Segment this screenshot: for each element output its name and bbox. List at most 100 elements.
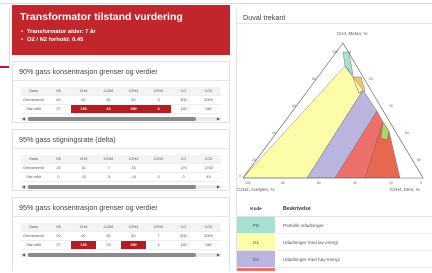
legend-description: Partielle utladninger	[283, 222, 324, 228]
assessment-header: Transformator tilstand vurdering Transfo…	[12, 5, 230, 55]
legend-description: Utladninger med høy energi	[283, 256, 340, 262]
table-row: Sist målt 37 130 24 200 4 150 280	[21, 240, 221, 250]
header-bullets: Transformator alder: 7 år O2 / N2 forhol…	[20, 28, 222, 44]
table-cell: 280	[196, 104, 221, 114]
table-cell: 200	[121, 104, 146, 114]
section-title: 95% gass stigningsrate (delta)	[13, 130, 229, 149]
table-header-row: Gass H2 CH4 C2H6 C2H4 C2H2 CO CO2	[21, 155, 221, 164]
tick-label: 60	[292, 104, 296, 108]
duval-triangle-chart: CH4, Metan, % C2H2, Acetylen, % C2H4, Et…	[237, 31, 424, 192]
column-header: H2	[46, 155, 71, 164]
gas-table: Gass H2 CH4 C2H6 C2H4 C2H2 CO CO2 Grenseverdi 90 6…	[21, 223, 221, 250]
table-row: Sist målt 0 -10 -3 -10 3 0 44	[21, 172, 221, 182]
table-cell: 150	[171, 104, 196, 114]
column-header: H2	[46, 223, 71, 232]
table-cell: 5000	[196, 231, 221, 241]
column-header: C2H6	[96, 155, 121, 164]
table-scrollbar[interactable]: ◀ ▶	[21, 184, 221, 189]
axis-label-top: CH4, Metan, %	[337, 31, 368, 36]
tick-label: 80	[312, 77, 316, 81]
table-cell: 1750	[196, 163, 221, 173]
column-header: Gass	[21, 223, 46, 232]
table-cell: 44	[196, 172, 221, 182]
section-title: 95% gass konsentrasjon grenser og verdie…	[13, 198, 229, 217]
table-cell: -10	[71, 172, 96, 182]
table-cell: 60	[46, 95, 71, 105]
column-header: CO	[171, 155, 196, 164]
column-header: Gass	[21, 155, 46, 164]
table-cell: 25	[46, 163, 71, 173]
table-cell: 4	[146, 240, 171, 250]
table-cell: 24	[96, 104, 121, 114]
section-concentration-95: 95% gass konsentrasjon grenser og verdie…	[12, 197, 230, 271]
table-cell: 200	[121, 240, 146, 250]
left-panel: Transformator tilstand vurdering Transfo…	[12, 5, 230, 271]
table-cell: 5000	[196, 95, 221, 105]
legend-row: T3	[237, 268, 432, 271]
table-cell: 40	[71, 95, 96, 105]
scrollbar-thumb[interactable]	[28, 184, 196, 189]
legend-code: D2	[237, 251, 275, 267]
table-cell: 400	[171, 95, 196, 105]
legend-rows: PD Partielle utladninger D1 Utladninger med…	[237, 217, 432, 271]
scrollbar-thumb[interactable]	[28, 252, 196, 257]
column-header: C2H6	[96, 223, 121, 232]
row-label: Sist målt	[21, 172, 46, 182]
tick-label: 60	[317, 181, 321, 185]
table-cell: 37	[46, 104, 71, 114]
legend-header-code: Kode	[250, 206, 262, 211]
page-title: Transformator tilstand vurdering	[20, 11, 183, 23]
scroll-right-icon[interactable]: ▶	[217, 116, 220, 121]
table-cell	[146, 163, 171, 173]
duval-legend: Kode Beskrivelse PD Partielle utladninger…	[237, 201, 432, 271]
section-concentration-90: 90% gass konsentrasjon grenser og verdie…	[12, 61, 230, 123]
table-cell: 16	[71, 163, 96, 173]
column-header: Gass	[21, 87, 46, 96]
table-cell: 3	[146, 172, 171, 182]
table-row: Sist målt 37 130 24 200 4 150 280	[21, 104, 221, 114]
table-cell: 7	[146, 231, 171, 241]
column-header: C2H4	[121, 223, 146, 232]
scrollbar-thumb[interactable]	[28, 116, 196, 121]
gas-table: Gass H2 CH4 C2H6 C2H4 C2H2 CO CO2 Grenseverdi 25 1…	[21, 155, 221, 182]
scroll-left-icon[interactable]: ◀	[22, 116, 25, 121]
table-cell: 280	[196, 240, 221, 250]
tick-label: 40	[272, 131, 276, 135]
table-scrollbar[interactable]: ◀ ▶	[21, 252, 221, 257]
table-cell: 50	[96, 95, 121, 105]
scroll-right-icon[interactable]: ▶	[217, 184, 220, 189]
gas-table: Gass H2 CH4 C2H6 C2H4 C2H2 CO CO2 Grenseverdi 60 4…	[21, 87, 221, 114]
legend-header: Kode Beskrivelse	[237, 201, 432, 217]
legend-code: D1	[237, 234, 275, 250]
legend-row: D1 Utladninger med lav energi	[237, 234, 432, 251]
table-scrollbar[interactable]: ◀ ▶	[21, 116, 221, 121]
tick-label: 20	[252, 158, 256, 162]
column-header: C2H2	[146, 223, 171, 232]
tick-label: 100	[332, 50, 338, 54]
axis-label-left: C2H2, Acetylen, %	[237, 187, 275, 192]
column-header: C2H6	[96, 87, 121, 96]
row-label: Grenseverdi	[21, 163, 46, 173]
duval-title: Duval trekant	[237, 9, 432, 24]
tick-label: 40	[389, 104, 393, 108]
legend-code: T3	[237, 268, 275, 271]
row-label: Sist målt	[21, 240, 46, 250]
table-cell: 0	[46, 172, 71, 182]
tick-label: 0	[349, 50, 351, 54]
table-header-row: Gass H2 CH4 C2H6 C2H4 C2H2 CO CO2	[21, 87, 221, 96]
scroll-left-icon[interactable]: ◀	[22, 252, 25, 257]
tick-label: 60	[405, 131, 409, 135]
table-cell: 175	[171, 163, 196, 173]
scroll-right-icon[interactable]: ▶	[217, 252, 220, 257]
table-cell: 50	[96, 231, 121, 241]
legend-header-description: Beskrivelse	[283, 205, 311, 212]
column-header: CH4	[71, 87, 96, 96]
tick-label: 80	[417, 158, 421, 162]
row-label: Grenseverdi	[21, 95, 46, 105]
column-header: C2H4	[121, 155, 146, 164]
scroll-left-icon[interactable]: ◀	[22, 184, 25, 189]
section-title: 90% gass konsentrasjon grenser og verdie…	[13, 62, 229, 81]
table-cell: 130	[71, 104, 96, 114]
right-panel: Duval trekant CH4, Metan, % C2H2, Acetyl…	[236, 9, 432, 271]
column-header: C2H2	[146, 155, 171, 164]
